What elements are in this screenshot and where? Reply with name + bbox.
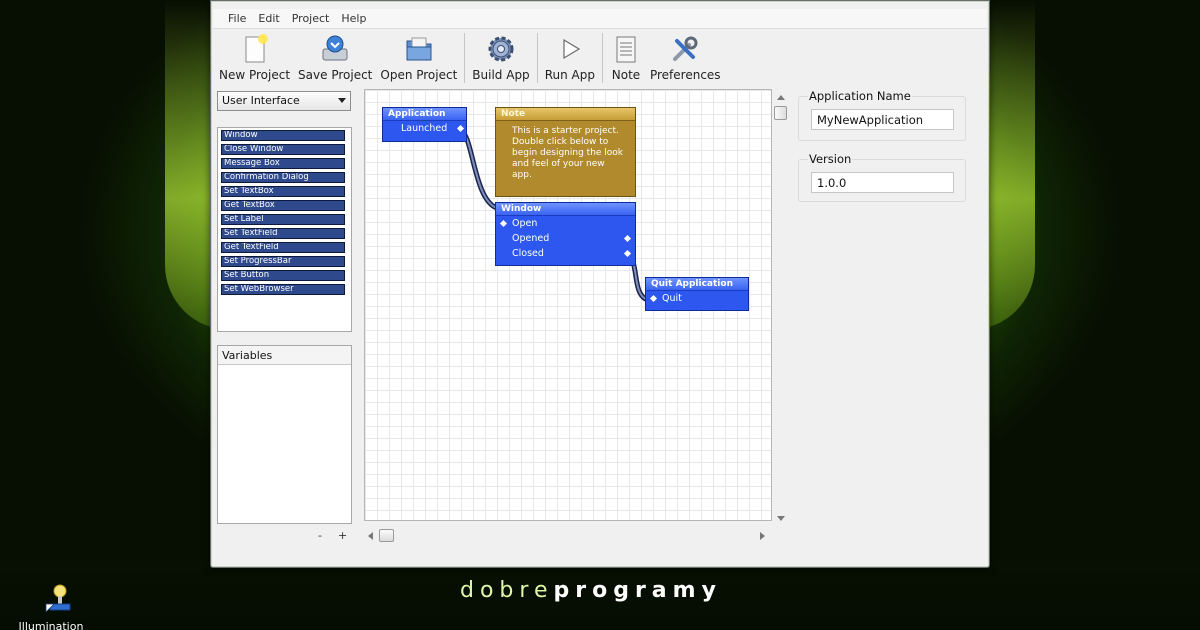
build-app-label: Build App bbox=[472, 68, 530, 82]
save-project-label: Save Project bbox=[298, 68, 373, 82]
version-label: Version bbox=[808, 152, 853, 166]
watermark-bold-text: programy bbox=[553, 578, 722, 603]
palette-item-get-textfield[interactable]: Get TextField bbox=[221, 242, 345, 253]
application-block[interactable]: Application Launched bbox=[382, 107, 467, 142]
palette-block-list: Window Close Window Message Box Confirma… bbox=[217, 127, 352, 332]
tools-wrench-icon bbox=[673, 36, 698, 61]
save-drive-icon bbox=[322, 35, 348, 61]
app-window: File Edit Project Help New Project Save … bbox=[210, 0, 990, 568]
scroll-up-icon[interactable] bbox=[777, 95, 785, 100]
toolbar-separator bbox=[536, 33, 538, 83]
window-block-title: Window bbox=[496, 203, 635, 216]
toolbar: New Project Save Project Open Project Bu… bbox=[215, 31, 725, 87]
opened-port[interactable]: Opened bbox=[496, 231, 635, 246]
palette-item-message-box[interactable]: Message Box bbox=[221, 158, 345, 169]
toolbar-separator bbox=[464, 33, 466, 83]
scroll-right-icon[interactable] bbox=[760, 532, 765, 540]
add-variable-button[interactable]: + bbox=[338, 529, 347, 542]
open-project-label: Open Project bbox=[380, 68, 458, 82]
application-name-label: Application Name bbox=[808, 89, 912, 103]
remove-variable-button[interactable]: - bbox=[318, 529, 322, 542]
application-block-title: Application bbox=[383, 108, 466, 121]
toolbar-separator bbox=[601, 33, 603, 83]
version-field[interactable]: 1.0.0 bbox=[811, 172, 954, 193]
port-connector-icon bbox=[623, 234, 632, 243]
play-icon bbox=[563, 38, 580, 60]
note-label: Note bbox=[611, 68, 641, 82]
menubar: File Edit Project Help bbox=[213, 9, 987, 29]
canvas-vertical-scrollbar[interactable] bbox=[774, 93, 788, 525]
new-document-icon bbox=[245, 34, 268, 63]
window-block[interactable]: Window Open Opened Closed bbox=[495, 202, 636, 266]
palette-category-value: User Interface bbox=[222, 94, 300, 107]
port-connector-icon bbox=[649, 294, 658, 303]
quit-port[interactable]: Quit bbox=[646, 291, 748, 306]
application-name-field[interactable]: MyNewApplication bbox=[811, 109, 954, 130]
launched-port[interactable]: Launched bbox=[383, 121, 466, 136]
canvas-horizontal-scrollbar[interactable] bbox=[364, 529, 772, 543]
preferences-label: Preferences bbox=[649, 68, 721, 82]
folder-open-icon bbox=[406, 37, 432, 61]
version-group: Version 1.0.0 bbox=[798, 152, 966, 202]
note-button[interactable]: Note bbox=[606, 31, 646, 85]
note-block[interactable]: Note This is a starter project. Double c… bbox=[495, 107, 636, 197]
open-project-button[interactable]: Open Project bbox=[376, 31, 461, 85]
quit-application-block[interactable]: Quit Application Quit bbox=[645, 277, 749, 311]
preferences-button[interactable]: Preferences bbox=[646, 31, 725, 85]
chevron-down-icon bbox=[338, 98, 346, 103]
port-connector-icon bbox=[623, 249, 632, 258]
scroll-down-icon[interactable] bbox=[777, 516, 785, 521]
palette-category-select[interactable]: User Interface bbox=[217, 91, 351, 111]
block-canvas[interactable]: Application Launched Note This is a star… bbox=[364, 89, 772, 521]
menu-file[interactable]: File bbox=[222, 9, 252, 29]
open-port-label: Open bbox=[512, 218, 538, 229]
palette-item-window[interactable]: Window bbox=[221, 130, 345, 141]
application-name-group: Application Name MyNewApplication bbox=[798, 89, 966, 141]
desktop-shortcut-label: Illumination bbox=[18, 620, 84, 630]
watermark-logo: dobreprogramy bbox=[460, 578, 722, 603]
quit-block-title: Quit Application bbox=[646, 278, 748, 291]
palette-item-set-progressbar[interactable]: Set ProgressBar bbox=[221, 256, 345, 267]
port-connector-icon bbox=[499, 219, 508, 228]
note-page-icon bbox=[616, 36, 636, 63]
palette-item-close-window[interactable]: Close Window bbox=[221, 144, 345, 155]
open-port[interactable]: Open bbox=[496, 216, 635, 231]
save-project-button[interactable]: Save Project bbox=[294, 31, 376, 85]
gear-icon bbox=[488, 36, 514, 62]
closed-port-label: Closed bbox=[512, 248, 544, 259]
desktop-shortcut-illumination[interactable]: Illumination bbox=[19, 582, 90, 630]
palette-item-set-textbox[interactable]: Set TextBox bbox=[221, 186, 345, 197]
palette-item-confirmation-dialog[interactable]: Confirmation Dialog bbox=[221, 172, 345, 183]
note-block-title: Note bbox=[496, 108, 635, 121]
new-project-label: New Project bbox=[219, 68, 291, 82]
horizontal-scroll-thumb[interactable] bbox=[379, 529, 394, 542]
variables-panel: Variables bbox=[217, 345, 352, 524]
palette-item-set-button[interactable]: Set Button bbox=[221, 270, 345, 281]
menu-project[interactable]: Project bbox=[286, 9, 336, 29]
palette-item-set-webbrowser[interactable]: Set WebBrowser bbox=[221, 284, 345, 295]
illumination-app-icon bbox=[45, 584, 71, 613]
palette-item-get-textbox[interactable]: Get TextBox bbox=[221, 200, 345, 211]
port-connector-icon bbox=[456, 124, 465, 133]
new-project-button[interactable]: New Project bbox=[215, 31, 294, 85]
palette-item-set-label[interactable]: Set Label bbox=[221, 214, 345, 225]
run-app-button[interactable]: Run App bbox=[541, 31, 599, 85]
scroll-left-icon[interactable] bbox=[368, 532, 373, 540]
menu-edit[interactable]: Edit bbox=[252, 9, 285, 29]
watermark-light-text: dobre bbox=[460, 578, 554, 603]
variables-header: Variables bbox=[218, 346, 351, 365]
build-app-button[interactable]: Build App bbox=[468, 31, 533, 85]
menu-help[interactable]: Help bbox=[335, 9, 372, 29]
run-app-label: Run App bbox=[544, 68, 595, 82]
note-block-text: This is a starter project. Double click … bbox=[512, 126, 624, 180]
quit-port-label: Quit bbox=[662, 293, 682, 304]
vertical-scroll-thumb[interactable] bbox=[774, 106, 787, 120]
launched-port-label: Launched bbox=[401, 123, 448, 134]
closed-port[interactable]: Closed bbox=[496, 246, 635, 261]
palette-item-set-textfield[interactable]: Set TextField bbox=[221, 228, 345, 239]
opened-port-label: Opened bbox=[512, 233, 550, 244]
